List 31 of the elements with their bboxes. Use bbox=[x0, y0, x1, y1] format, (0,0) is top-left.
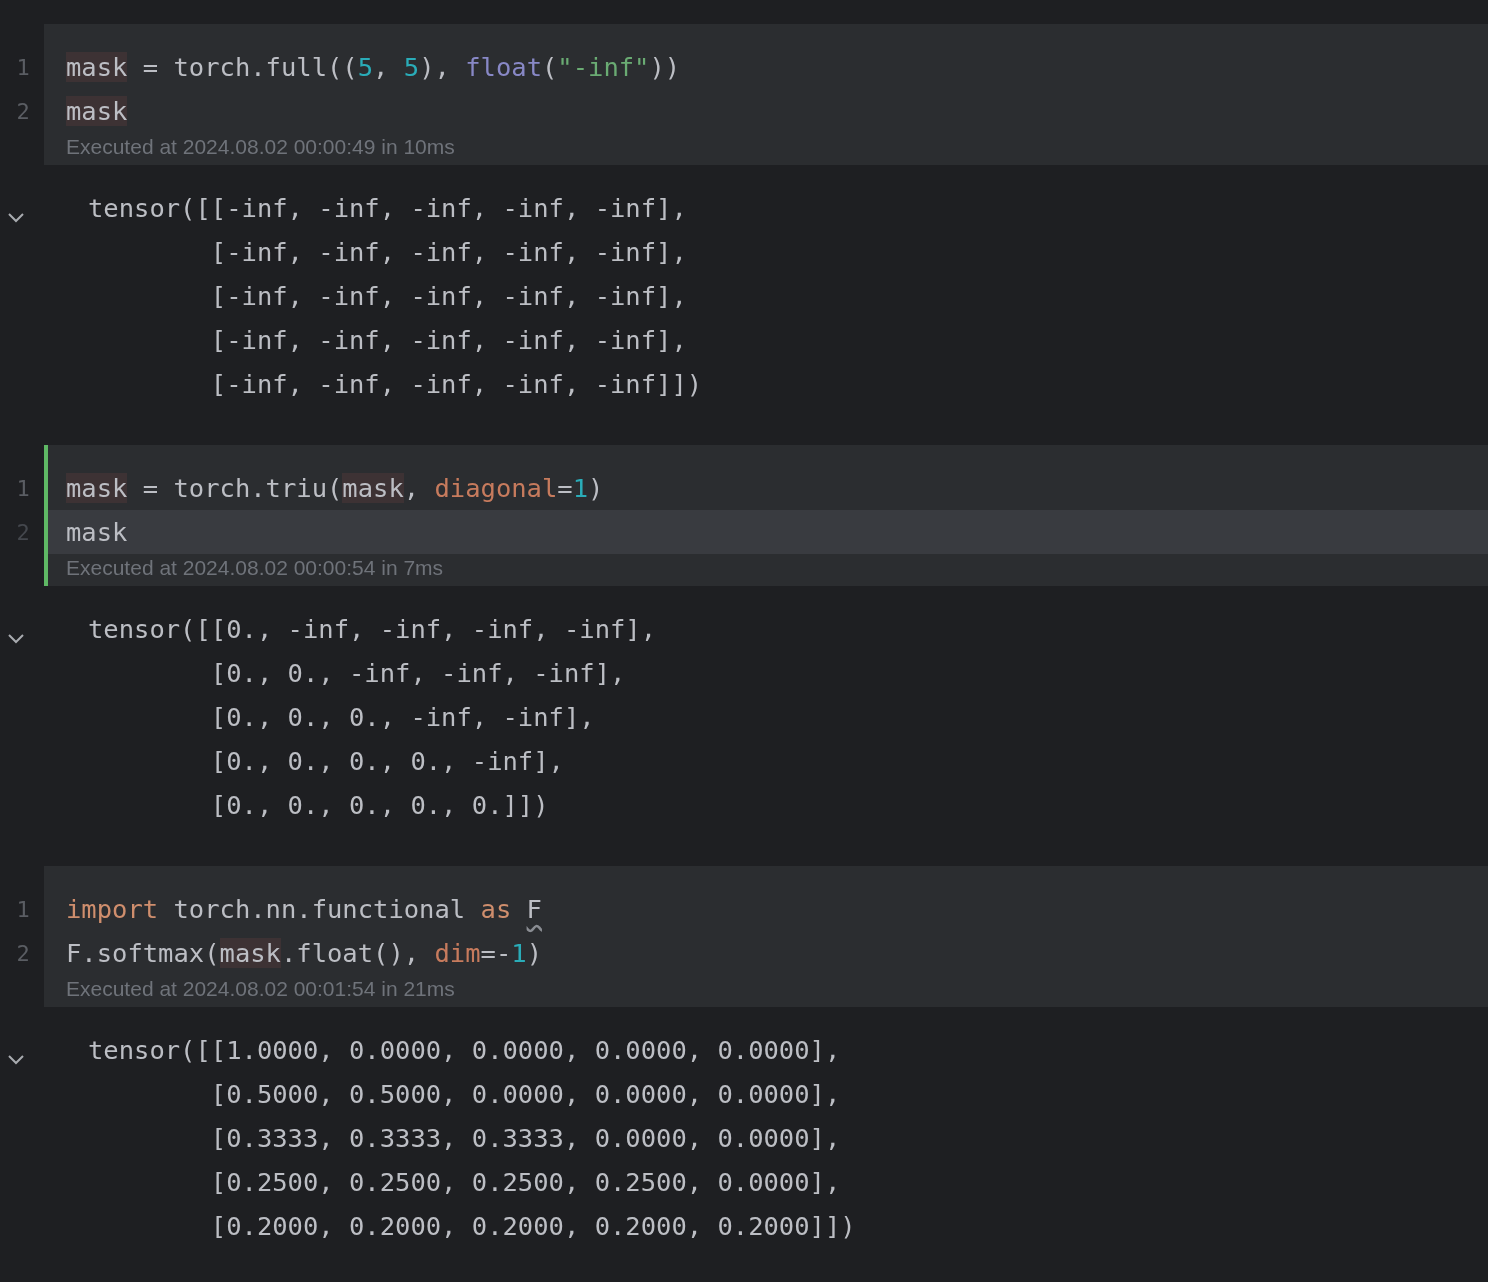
line-number: 1 bbox=[15, 896, 31, 922]
execution-info: Executed at 2024.08.02 00:00:49 in 10ms bbox=[66, 135, 455, 159]
line-number: 2 bbox=[15, 98, 31, 124]
output-line: [-inf, -inf, -inf, -inf, -inf], bbox=[209, 325, 687, 355]
output-line: [0.2500, 0.2500, 0.2500, 0.2500, 0.0000], bbox=[209, 1167, 841, 1197]
output-line: [0., 0., -inf, -inf, -inf], bbox=[209, 658, 626, 688]
output-line: tensor([[-inf, -inf, -inf, -inf, -inf], bbox=[88, 193, 687, 223]
line-number: 2 bbox=[15, 940, 31, 966]
output-line: [0., 0., 0., -inf, -inf], bbox=[209, 702, 595, 732]
chevron-icon[interactable] bbox=[7, 632, 25, 644]
output-line: tensor([[1.0000, 0.0000, 0.0000, 0.0000, 0.0000], bbox=[88, 1035, 841, 1065]
output-line: [0., 0., 0., 0., 0.]]) bbox=[209, 790, 549, 820]
output-line: [0.3333, 0.3333, 0.3333, 0.0000, 0.0000], bbox=[209, 1123, 841, 1153]
line-number: 1 bbox=[15, 54, 31, 80]
output-line: [0.2000, 0.2000, 0.2000, 0.2000, 0.2000]]) bbox=[209, 1211, 856, 1241]
execution-info: Executed at 2024.08.02 00:01:54 in 21ms bbox=[66, 977, 455, 1001]
code-line: mask bbox=[65, 517, 128, 547]
output-line: [0.5000, 0.5000, 0.0000, 0.0000, 0.0000], bbox=[209, 1079, 841, 1109]
execution-info: Executed at 2024.08.02 00:00:54 in 7ms bbox=[66, 556, 444, 580]
output-line: [-inf, -inf, -inf, -inf, -inf]]) bbox=[209, 369, 703, 399]
code-line: mask = torch.full((5, 5), float("-inf")) bbox=[65, 52, 681, 82]
chevron-icon[interactable] bbox=[7, 211, 25, 223]
code-line: F.softmax(mask.float(), dim=-1) bbox=[65, 938, 542, 968]
output-line: [-inf, -inf, -inf, -inf, -inf], bbox=[209, 237, 687, 267]
output-line: [0., 0., 0., 0., -inf], bbox=[209, 746, 564, 776]
chevron-icon[interactable] bbox=[7, 1053, 25, 1065]
output-line: [-inf, -inf, -inf, -inf, -inf], bbox=[209, 281, 687, 311]
output-line: tensor([[0., -inf, -inf, -inf, -inf], bbox=[88, 614, 657, 644]
code-line: mask = torch.triu(mask, diagonal=1) bbox=[65, 473, 604, 503]
code-line: import torch.nn.functional as F bbox=[65, 894, 542, 924]
line-number: 1 bbox=[15, 475, 31, 501]
